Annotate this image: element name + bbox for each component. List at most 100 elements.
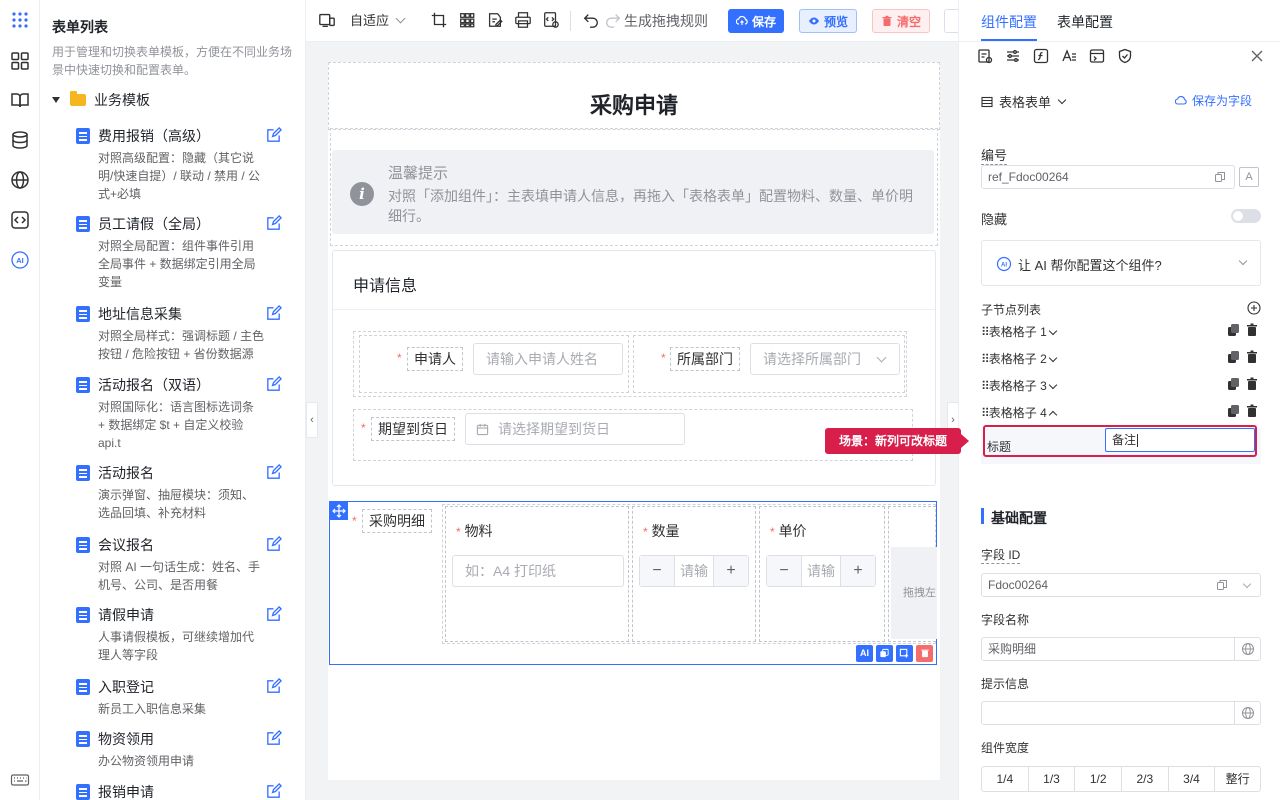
edit-icon[interactable] — [265, 305, 283, 323]
close-icon[interactable] — [1249, 48, 1265, 64]
column-quantity[interactable]: * 数量 − 请输 + — [632, 506, 756, 642]
event-icon[interactable] — [1089, 48, 1105, 64]
width-option-button[interactable]: 2/3 — [1121, 766, 1169, 792]
hint-input[interactable] — [981, 701, 1261, 725]
adapt-select[interactable]: 自适应 — [350, 11, 406, 31]
template-group[interactable]: 业务模板 — [52, 90, 150, 110]
child-node-item[interactable]: ⠿表格格子 4 — [981, 403, 1261, 421]
edit-icon[interactable] — [265, 783, 283, 800]
json-icon[interactable] — [542, 11, 562, 31]
drag-handle-icon[interactable]: ⠿ — [981, 352, 990, 366]
column-material[interactable]: * 物料 如：A4 打印纸 — [445, 506, 629, 642]
collapse-left-icon[interactable]: ‹ — [306, 402, 318, 438]
column-drop-zone[interactable]: 拖拽左 — [888, 506, 937, 642]
database-icon[interactable] — [10, 130, 30, 150]
grid-icon[interactable] — [458, 11, 478, 31]
applicant-input[interactable]: 请输入申请人姓名 — [473, 343, 623, 375]
globe-icon[interactable] — [10, 170, 30, 190]
delete-icon[interactable] — [916, 645, 933, 662]
add-child-icon[interactable] — [1247, 301, 1261, 315]
table-form[interactable]: * 采购明细 * 物料 如：A4 打印纸 * 数量 − 请输 + * 单价 − 请输 + — [329, 501, 937, 665]
copy-icon[interactable] — [1216, 579, 1228, 591]
trash-icon[interactable] — [1247, 323, 1257, 337]
edit-icon[interactable] — [265, 376, 283, 394]
width-option-button[interactable]: 整行 — [1214, 766, 1261, 792]
plus-icon[interactable]: + — [841, 556, 875, 586]
copy-icon[interactable] — [1228, 351, 1239, 363]
price-stepper-input[interactable]: 请输 — [801, 556, 841, 586]
chevron-up-icon[interactable] — [1048, 410, 1058, 420]
width-option-button[interactable]: 3/4 — [1167, 766, 1216, 792]
tab-form-config[interactable]: 表单配置 — [1057, 12, 1113, 32]
date-picker[interactable]: 请选择期望到货日 — [465, 413, 685, 445]
copy-icon[interactable] — [1228, 378, 1239, 390]
quantity-stepper-input[interactable]: 请输 — [674, 556, 714, 586]
function-icon[interactable] — [1033, 48, 1049, 64]
edit-icon[interactable] — [265, 464, 283, 482]
drag-rule-button[interactable]: 生成拖拽规则 — [624, 11, 708, 31]
ai-badge[interactable]: AI — [856, 645, 873, 662]
copy-icon[interactable] — [1228, 405, 1239, 417]
globe-icon[interactable] — [1234, 702, 1260, 724]
edit-icon[interactable] — [265, 215, 283, 233]
undo-icon[interactable] — [582, 11, 602, 31]
print-icon[interactable] — [514, 11, 534, 31]
font-a-icon[interactable]: A — [1239, 167, 1259, 187]
column-price[interactable]: * 单价 − 请输 + — [759, 506, 885, 642]
child-node-item[interactable]: ⠿表格格子 3 — [981, 376, 1261, 394]
ai-icon[interactable]: AI — [10, 250, 30, 270]
book-icon[interactable] — [10, 90, 30, 110]
edit-icon[interactable] — [265, 536, 283, 554]
chevron-down-icon[interactable] — [1048, 326, 1058, 336]
props-icon[interactable] — [977, 48, 993, 64]
copy-icon[interactable] — [1228, 324, 1239, 336]
globe-icon[interactable] — [1234, 638, 1260, 660]
shield-icon[interactable] — [1117, 48, 1133, 64]
child-node-item[interactable]: ⠿表格格子 2 — [981, 349, 1261, 367]
hidden-toggle[interactable] — [1231, 209, 1261, 223]
edit-doc-icon[interactable] — [486, 11, 506, 31]
field-name-input[interactable]: 采购明细 — [981, 637, 1261, 661]
edit-icon[interactable] — [265, 730, 283, 748]
text-style-icon[interactable] — [1061, 48, 1077, 64]
drag-handle-icon[interactable]: ⠿ — [981, 325, 990, 339]
field-id-select[interactable]: Fdoc00264 — [981, 573, 1261, 597]
width-option-button[interactable]: 1/3 — [1027, 766, 1076, 792]
component-type-select[interactable]: 表格表单 — [981, 92, 1067, 111]
minus-icon[interactable]: − — [767, 556, 801, 586]
width-option-button[interactable]: 1/2 — [1074, 766, 1122, 792]
layout-icon[interactable] — [10, 51, 30, 71]
id-input[interactable]: ref_Fdoc00264 — [981, 165, 1235, 189]
toolbar-overflow[interactable] — [944, 9, 958, 33]
trash-icon[interactable] — [1247, 404, 1257, 418]
edit-icon[interactable] — [265, 678, 283, 696]
sliders-icon[interactable] — [1005, 48, 1021, 64]
tab-component-config[interactable]: 组件配置 — [981, 12, 1037, 32]
child-node-item[interactable]: ⠿表格格子 1 — [981, 322, 1261, 340]
ai-assist-panel[interactable]: AI 让 AI 帮你配置这个组件? — [981, 240, 1261, 286]
edit-icon[interactable] — [265, 606, 283, 624]
apps-grid-icon[interactable] — [10, 10, 30, 30]
copy-icon[interactable] — [876, 645, 893, 662]
plus-icon[interactable]: + — [714, 556, 748, 586]
edit-icon[interactable] — [265, 127, 283, 145]
keyboard-icon[interactable] — [10, 770, 30, 790]
minus-icon[interactable]: − — [640, 556, 674, 586]
device-icon[interactable] — [318, 11, 338, 31]
preview-button[interactable]: 预览 — [799, 9, 858, 33]
move-icon[interactable] — [330, 502, 348, 520]
dept-select[interactable]: 请选择所属部门 — [750, 343, 900, 375]
drag-handle-icon[interactable]: ⠿ — [981, 379, 990, 393]
code-icon[interactable] — [10, 210, 30, 230]
width-option-button[interactable]: 1/4 — [981, 766, 1029, 792]
add-column-icon[interactable] — [896, 645, 913, 662]
trash-icon[interactable] — [1247, 350, 1257, 364]
material-input[interactable]: 如：A4 打印纸 — [452, 555, 624, 587]
trash-icon[interactable] — [1247, 377, 1257, 391]
crop-icon[interactable] — [430, 11, 450, 31]
save-as-field-button[interactable]: 保存为字段 — [1175, 92, 1252, 109]
redo-icon[interactable] — [604, 11, 624, 31]
chevron-down-icon[interactable] — [1048, 353, 1058, 363]
chevron-down-icon[interactable] — [1048, 380, 1058, 390]
drag-handle-icon[interactable]: ⠿ — [981, 406, 990, 420]
